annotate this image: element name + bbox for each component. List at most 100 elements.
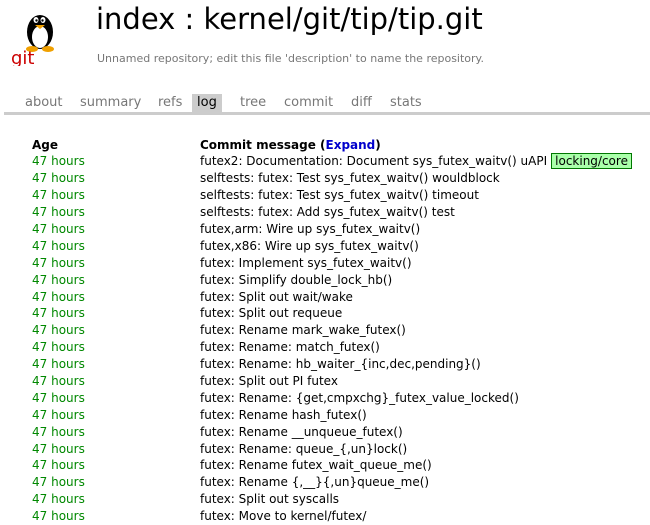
table-row[interactable]: 47 hours futex: Rename: {get,cmpxchg}_fut… (4, 389, 650, 406)
commit-age: 47 hours (32, 340, 85, 355)
table-row[interactable]: 47 hours selftests: futex: Add sys_futex_… (4, 204, 650, 221)
table-row[interactable]: 47 hours futex,x86: Wire up sys_futex_wai… (4, 237, 650, 254)
table-row[interactable]: 47 hours futex: Split out PI futex (4, 373, 650, 390)
table-row[interactable]: 47 hours futex,arm: Wire up sys_futex_wai… (4, 221, 650, 238)
commit-age: 47 hours (32, 390, 85, 405)
table-row[interactable]: 47 hours futex: Simplify double_lock_hb() (4, 271, 650, 288)
commit-message-link[interactable]: futex,x86: Wire up sys_futex_waitv() (200, 239, 419, 253)
page-title[interactable]: index : kernel/git/tip/tip.git (96, 2, 483, 36)
tab-log[interactable]: log (192, 94, 222, 112)
commit-message-cell: futex: Rename hash_futex() (200, 406, 650, 423)
table-row[interactable]: 47 hours futex: Split out syscalls (4, 491, 650, 508)
table-row[interactable]: 47 hours futex: Split out requeue (4, 305, 650, 322)
table-row[interactable]: 47 hours futex: Rename hash_futex() (4, 406, 650, 423)
table-row[interactable]: 47 hours futex: Rename futex_wait_queue_m… (4, 457, 650, 474)
git-logo[interactable]: git (10, 4, 62, 69)
table-row[interactable]: 47 hours futex: Rename: hb_waiter_{inc,de… (4, 356, 650, 373)
table-row[interactable]: 47 hours futex: Split out wait/wake (4, 288, 650, 305)
commit-message-cell: selftests: futex: Add sys_futex_waitv() … (200, 204, 650, 221)
commit-message-link[interactable]: futex: Split out wait/wake (200, 290, 353, 304)
table-row[interactable]: 47 hours selftests: futex: Test sys_futex… (4, 170, 650, 187)
tab-tree[interactable]: tree (235, 94, 271, 112)
commit-message-cell: futex: Rename: queue_{,un}lock() (200, 440, 650, 457)
table-row[interactable]: 47 hours futex: Rename: queue_{,un}lock() (4, 440, 650, 457)
tab-refs[interactable]: refs (153, 94, 187, 112)
table-row[interactable]: 47 hours futex: Rename {,__}{,un}queue_me… (4, 474, 650, 491)
commit-message-link[interactable]: futex: Split out syscalls (200, 492, 339, 506)
commit-message-cell: futex: Rename {,__}{,un}queue_me() (200, 474, 650, 491)
commit-message-link[interactable]: futex,arm: Wire up sys_futex_waitv() (200, 222, 420, 236)
commit-message-link[interactable]: selftests: futex: Test sys_futex_waitv()… (200, 188, 479, 202)
table-row[interactable]: 47 hours futex: Rename __unqueue_futex() (4, 423, 650, 440)
commit-age: 47 hours (32, 154, 85, 169)
commit-message-link[interactable]: futex: Rename {,__}{,un}queue_me() (200, 475, 429, 489)
tab-diff[interactable]: diff (346, 94, 377, 112)
commit-age: 47 hours (32, 357, 85, 372)
commit-age: 47 hours (32, 323, 85, 338)
commit-age: 47 hours (32, 475, 85, 490)
commit-age: 47 hours (32, 222, 85, 236)
commit-message-link[interactable]: futex: Rename hash_futex() (200, 408, 367, 422)
tab-underline (4, 112, 650, 115)
commit-message-cell: futex2: Documentation: Document sys_fute… (200, 153, 650, 170)
commit-message-link[interactable]: futex: Rename __unqueue_futex() (200, 425, 403, 439)
commit-message-cell: futex: Rename mark_wake_futex() (200, 322, 650, 339)
table-row[interactable]: 47 hours futex: Implement sys_futex_waitv… (4, 254, 650, 271)
commit-message-cell: futex: Rename futex_wait_queue_me() (200, 457, 650, 474)
commit-message-cell: selftests: futex: Test sys_futex_waitv()… (200, 187, 650, 204)
commit-age: 47 hours (32, 458, 85, 473)
commit-message-link[interactable]: futex: Rename: queue_{,un}lock() (200, 442, 407, 456)
commit-message-cell: futex: Rename: match_futex() (200, 339, 650, 356)
tab-stats[interactable]: stats (385, 94, 427, 112)
table-row[interactable]: 47 hours futex2: Documentation: Document … (4, 153, 650, 170)
commit-age: 47 hours (32, 492, 85, 507)
commit-message-link[interactable]: futex: Rename: {get,cmpxchg}_futex_value… (200, 391, 519, 405)
tab-about[interactable]: about (20, 94, 68, 112)
commit-message-link[interactable]: futex: Implement sys_futex_waitv() (200, 256, 412, 270)
commit-age: 47 hours (32, 205, 85, 220)
commit-age: 47 hours (32, 171, 85, 186)
commit-age: 47 hours (32, 306, 85, 321)
table-row[interactable]: 47 hours futex: Rename: match_futex() (4, 339, 650, 356)
commit-age: 47 hours (32, 188, 85, 203)
expand-link[interactable]: Expand (326, 138, 376, 152)
commit-message-link[interactable]: futex: Split out PI futex (200, 374, 338, 388)
table-header-row: Age Commit message (Expand) (4, 137, 650, 153)
commit-message-link[interactable]: futex: Move to kernel/futex/ (200, 509, 366, 523)
table-row[interactable]: 47 hours futex: Rename mark_wake_futex() (4, 322, 650, 339)
tab-commit[interactable]: commit (279, 94, 338, 112)
commit-message-cell: futex: Rename __unqueue_futex() (200, 423, 650, 440)
commit-age: 47 hours (32, 272, 85, 287)
commit-age: 47 hours (32, 238, 85, 253)
commit-message-link[interactable]: futex: Split out requeue (200, 306, 342, 320)
commit-message-link[interactable]: futex: Rename futex_wait_queue_me() (200, 458, 432, 472)
commit-message-cell: futex: Split out syscalls (200, 491, 650, 508)
commit-age: 47 hours (32, 441, 85, 456)
commit-message-cell: futex: Rename: hb_waiter_{inc,dec,pendin… (200, 356, 650, 373)
commit-age: 47 hours (32, 424, 85, 439)
repo-description: Unnamed repository; edit this file 'desc… (97, 52, 484, 65)
commit-message-cell: futex: Split out requeue (200, 305, 650, 322)
message-column-header: Commit message (Expand) (200, 138, 381, 152)
table-row[interactable]: 47 hours futex: Move to kernel/futex/ (4, 508, 650, 525)
commit-message-link[interactable]: futex: Rename mark_wake_futex() (200, 323, 406, 337)
commit-message-link[interactable]: futex: Rename: hb_waiter_{inc,dec,pendin… (200, 357, 481, 371)
commit-message-link[interactable]: selftests: futex: Add sys_futex_waitv() … (200, 205, 455, 219)
table-row[interactable]: 47 hours selftests: futex: Test sys_futex… (4, 187, 650, 204)
commit-message-link[interactable]: futex: Rename: match_futex() (200, 340, 380, 354)
commit-age: 47 hours (32, 509, 85, 524)
commit-message-link[interactable]: futex: Simplify double_lock_hb() (200, 273, 392, 287)
commit-message-link[interactable]: futex2: Documentation: Document sys_fute… (200, 154, 547, 168)
commit-message-link[interactable]: selftests: futex: Test sys_futex_waitv()… (200, 171, 500, 185)
commit-message-cell: futex,x86: Wire up sys_futex_waitv() (200, 237, 650, 254)
commit-log-table: Age Commit message (Expand) 47 hours fute… (4, 137, 650, 525)
age-column-header: Age (32, 138, 59, 152)
commit-message-cell: selftests: futex: Test sys_futex_waitv()… (200, 170, 650, 187)
branch-badge[interactable]: locking/core (551, 153, 632, 170)
tab-summary[interactable]: summary (75, 94, 146, 112)
commit-message-cell: futex: Simplify double_lock_hb() (200, 271, 650, 288)
commit-message-cell: futex: Split out wait/wake (200, 288, 650, 305)
commit-message-cell: futex,arm: Wire up sys_futex_waitv() (200, 221, 650, 238)
commit-message-cell: futex: Split out PI futex (200, 373, 650, 390)
tab-bar: about summary refs log tree commit diff … (0, 93, 650, 113)
